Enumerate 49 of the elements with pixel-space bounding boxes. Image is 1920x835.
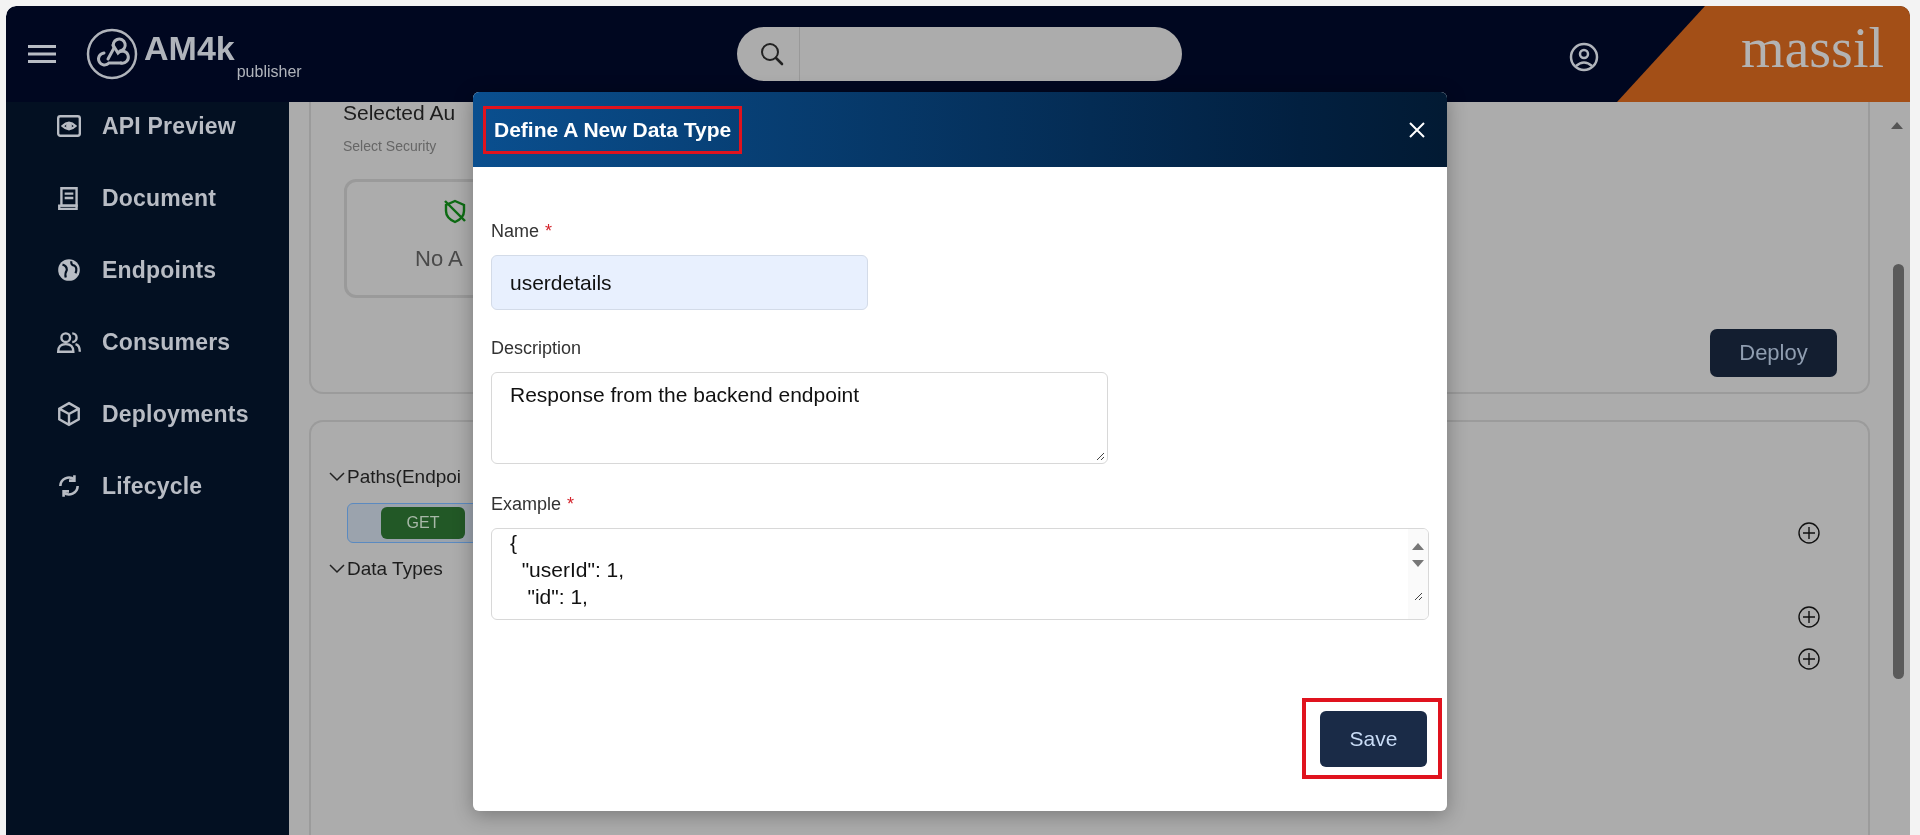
description-text-area[interactable]: Response from the backend endpoint [491,372,1108,464]
menu-icon[interactable] [28,44,56,64]
save-button[interactable]: Save [1320,711,1427,767]
required-mark: * [567,494,575,514]
section-toggle[interactable]: Paths(Endpoi [329,464,462,490]
name-input-field[interactable]: userdetails [491,255,868,310]
deploy-button[interactable]: Deploy [1710,329,1837,377]
resize-grip-icon[interactable] [1413,591,1423,601]
scrollbar-thumb[interactable] [1893,264,1904,679]
required-mark: * [545,221,553,241]
code-line: "id": 1, [526,584,589,610]
code-line: "userId": 1, [520,557,625,583]
resize-grip-icon[interactable] [1095,451,1105,461]
sidebar-item[interactable]: Document [6,174,289,222]
field-value: Response from the backend endpoint [510,383,860,406]
globe-icon [56,257,82,283]
field-label: Description [491,338,582,359]
app-name: AM4k [144,29,235,67]
scroll-up-icon[interactable] [1890,120,1904,130]
eye-icon [56,113,82,139]
brand-name: massil [1740,18,1884,78]
add-icon[interactable] [1797,521,1821,545]
cube-icon [56,401,82,427]
card-title: Selected Au [343,100,457,126]
user-account-icon[interactable] [1569,42,1599,72]
sidebar-item[interactable]: Lifecycle [6,462,289,510]
card-subtitle: Select Security [343,138,438,154]
sidebar-item[interactable]: Consumers [6,318,289,366]
close-icon[interactable] [1407,119,1427,140]
scroll-down-icon[interactable] [1411,559,1425,569]
cycle-icon [56,473,82,499]
webhook-logo-icon [86,28,138,80]
section-toggle[interactable]: Data Types [329,556,443,582]
example-code-area[interactable]: { "userId": 1, "id": 1, [491,528,1429,620]
scroll-up-icon[interactable] [1411,541,1425,551]
search-field[interactable] [737,27,1182,81]
empty-state-text: No A [415,246,463,272]
sidebar-item[interactable]: Endpoints [6,246,289,294]
method-badge: GET [381,507,465,539]
dialog-title: Define A New Data Type [483,105,743,154]
sidebar-item[interactable]: API Preview [6,102,289,150]
app-subtitle: publisher [236,63,302,81]
field-label: Name * [491,221,553,242]
add-icon[interactable] [1797,605,1821,629]
people-icon [56,329,82,355]
search-icon [759,41,785,67]
add-icon[interactable] [1797,647,1821,671]
shield-off-icon [442,198,468,224]
sidebar-item[interactable]: Deployments [6,390,289,438]
